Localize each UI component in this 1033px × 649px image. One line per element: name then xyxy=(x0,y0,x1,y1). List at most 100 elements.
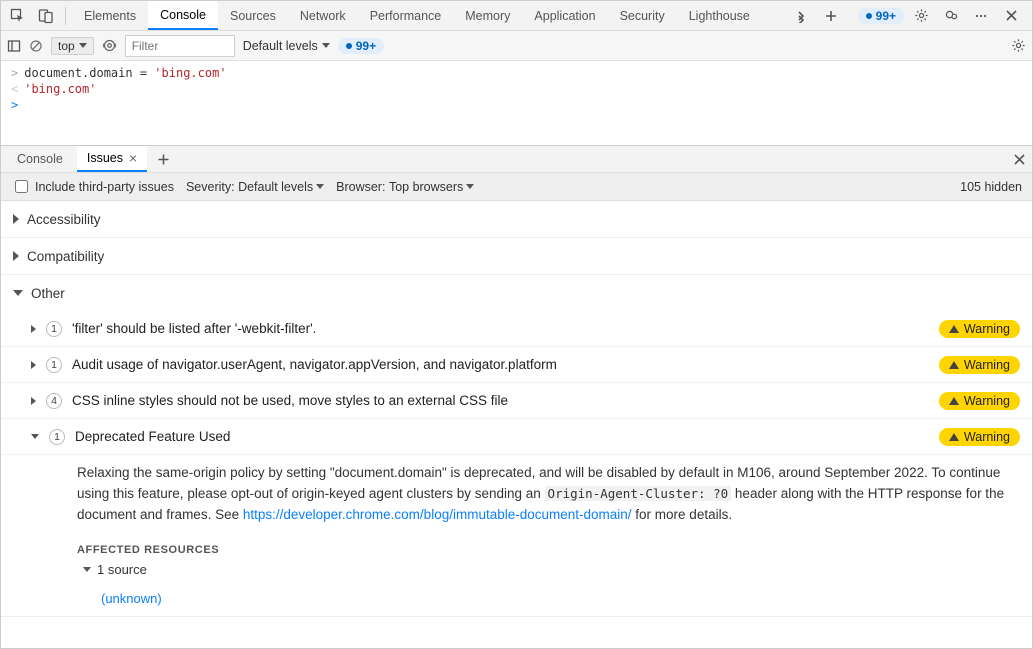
caret-right-icon xyxy=(31,397,36,405)
warning-icon xyxy=(949,361,959,369)
issue-detail: Relaxing the same-origin policy by setti… xyxy=(1,455,1032,540)
device-toolbar-icon[interactable] xyxy=(33,3,59,29)
section-title: Accessibility xyxy=(27,212,101,227)
issues-count-badge[interactable]: 99+ xyxy=(858,8,904,24)
separator xyxy=(65,7,66,25)
console-settings-icon[interactable] xyxy=(1011,38,1026,53)
toggle-console-sidebar-icon[interactable] xyxy=(7,39,21,53)
browser-label: Browser: xyxy=(336,180,385,194)
warning-badge: Warning xyxy=(939,356,1020,374)
close-drawer-icon[interactable] xyxy=(1013,153,1026,166)
live-expression-icon[interactable] xyxy=(102,38,117,53)
section-title: Other xyxy=(31,286,65,301)
section-other: Other 1 'filter' should be listed after … xyxy=(1,275,1032,617)
severity-select[interactable]: Default levels xyxy=(238,180,324,194)
issues-filter-bar: Include third-party issues Severity: Def… xyxy=(1,173,1032,201)
warning-badge: Warning xyxy=(939,320,1020,338)
more-tabs-icon[interactable] xyxy=(788,3,814,29)
detail-link[interactable]: https://developer.chrome.com/blog/immuta… xyxy=(243,507,632,522)
tab-performance[interactable]: Performance xyxy=(358,1,454,30)
execution-context-select[interactable]: top xyxy=(51,37,94,55)
levels-label: Default levels xyxy=(243,39,318,53)
output-value: 'bing.com' xyxy=(24,82,96,96)
console-output-line: < 'bing.com' xyxy=(1,81,1032,97)
issue-row[interactable]: 4 CSS inline styles should not be used, … xyxy=(1,383,1032,419)
affected-source-toggle[interactable]: 1 source xyxy=(77,562,1012,577)
more-options-icon[interactable] xyxy=(968,3,994,29)
tab-security[interactable]: Security xyxy=(608,1,677,30)
log-levels-select[interactable]: Default levels xyxy=(243,39,330,53)
issue-count-badge: 1 xyxy=(49,429,65,445)
console-output: > document.domain = 'bing.com' < 'bing.c… xyxy=(1,61,1032,145)
tab-network[interactable]: Network xyxy=(288,1,358,30)
section-compatibility: Compatibility xyxy=(1,238,1032,275)
affected-heading: AFFECTED RESOURCES xyxy=(77,544,1012,556)
tab-sources[interactable]: Sources xyxy=(218,1,288,30)
severity-value: Default levels xyxy=(238,180,313,194)
tab-lighthouse[interactable]: Lighthouse xyxy=(677,1,762,30)
issue-count-badge: 1 xyxy=(46,357,62,373)
issue-title: CSS inline styles should not be used, mo… xyxy=(72,393,929,408)
detail-code: Origin-Agent-Cluster: ?0 xyxy=(545,486,732,501)
source-unknown-link[interactable]: (unknown) xyxy=(101,591,162,606)
tab-console[interactable]: Console xyxy=(148,1,218,30)
affected-resources: AFFECTED RESOURCES 1 source xyxy=(1,540,1032,587)
section-head-other[interactable]: Other xyxy=(1,275,1032,311)
console-prompt[interactable]: > xyxy=(1,97,1032,113)
issues-chip[interactable]: 99+ xyxy=(338,38,384,54)
inspect-element-icon[interactable] xyxy=(5,3,31,29)
hidden-count[interactable]: 105 hidden xyxy=(960,180,1022,194)
caret-right-icon xyxy=(31,325,36,333)
issue-row-expanded[interactable]: 1 Deprecated Feature Used Warning xyxy=(1,419,1032,455)
issues-list: Accessibility Compatibility Other 1 'fil… xyxy=(1,201,1032,648)
drawer-tab-issues[interactable]: Issues × xyxy=(77,146,147,172)
chevron-down-icon xyxy=(322,43,330,48)
detail-text: for more details. xyxy=(632,507,733,522)
browser-select[interactable]: Top browsers xyxy=(389,180,474,194)
tab-application[interactable]: Application xyxy=(522,1,607,30)
section-accessibility: Accessibility xyxy=(1,201,1032,238)
tab-memory[interactable]: Memory xyxy=(453,1,522,30)
drawer-tabs: Console Issues × xyxy=(1,145,1032,173)
issue-row[interactable]: 1 Audit usage of navigator.userAgent, na… xyxy=(1,347,1032,383)
add-tab-icon[interactable] xyxy=(818,3,844,29)
source-count: 1 source xyxy=(97,562,147,577)
settings-icon[interactable] xyxy=(908,3,934,29)
caret-right-icon xyxy=(13,251,19,261)
severity-label: Severity: xyxy=(186,180,235,194)
warning-icon xyxy=(949,325,959,333)
context-label: top xyxy=(58,39,75,53)
console-input-line: > document.domain = 'bing.com' xyxy=(1,65,1032,81)
browser-value: Top browsers xyxy=(389,180,463,194)
close-devtools-icon[interactable] xyxy=(998,3,1024,29)
close-tab-icon[interactable]: × xyxy=(129,151,137,165)
add-drawer-tab-icon[interactable] xyxy=(151,153,175,166)
console-filter-input[interactable] xyxy=(125,35,235,57)
badge-text: Warning xyxy=(964,358,1010,372)
warning-icon xyxy=(949,433,959,441)
caret-down-icon xyxy=(31,434,39,439)
section-head-accessibility[interactable]: Accessibility xyxy=(1,201,1032,237)
clear-console-icon[interactable] xyxy=(29,39,43,53)
issue-title: Audit usage of navigator.userAgent, navi… xyxy=(72,357,929,372)
issue-count-badge: 4 xyxy=(46,393,62,409)
drawer-tab-issues-label: Issues xyxy=(87,151,123,165)
include-third-party-checkbox[interactable]: Include third-party issues xyxy=(11,177,174,196)
code-eq: = xyxy=(133,66,155,80)
tab-elements[interactable]: Elements xyxy=(72,1,148,30)
affected-source-link: (unknown) xyxy=(1,587,1032,616)
prompt-chevron-icon: > xyxy=(11,98,18,112)
section-head-compatibility[interactable]: Compatibility xyxy=(1,238,1032,274)
toolbar-right: 99+ xyxy=(788,3,1028,29)
chevron-down-icon xyxy=(79,43,87,48)
feedback-icon[interactable] xyxy=(938,3,964,29)
issue-title: 'filter' should be listed after '-webkit… xyxy=(72,321,929,336)
drawer-tab-console[interactable]: Console xyxy=(7,146,73,172)
badge-text: Warning xyxy=(964,394,1010,408)
issues-count-text: 99+ xyxy=(876,9,896,23)
issue-count-badge: 1 xyxy=(46,321,62,337)
issue-row[interactable]: 1 'filter' should be listed after '-webk… xyxy=(1,311,1032,347)
caret-down-icon xyxy=(13,290,23,296)
top-tabs: Elements Console Sources Network Perform… xyxy=(72,1,786,30)
section-title: Compatibility xyxy=(27,249,104,264)
